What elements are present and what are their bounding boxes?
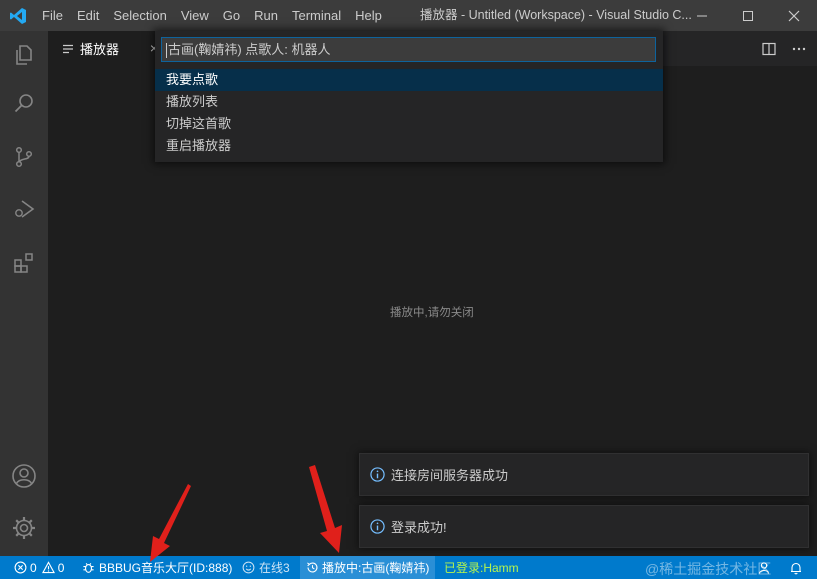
quick-pick: 古画(鞠婧祎) 点歌人: 机器人 我要点歌 播放列表 切掉这首歌 重启播放器 [155, 31, 663, 162]
source-control-button[interactable] [0, 133, 48, 181]
minimize-button[interactable] [679, 0, 725, 31]
online-count: 在线3 [259, 561, 290, 575]
window-title: 播放器 - Untitled (Workspace) - Visual Stud… [420, 8, 692, 22]
quick-pick-list: 我要点歌 播放列表 切掉这首歌 重启播放器 [155, 69, 663, 157]
notification-message: 连接房间服务器成功 [391, 468, 509, 483]
login-status[interactable]: 已登录:Hamm [444, 556, 519, 579]
online-status[interactable]: 在线3 [242, 556, 290, 579]
menu-view[interactable]: View [174, 0, 216, 31]
manage-button[interactable] [0, 504, 48, 552]
menu-go[interactable]: Go [216, 0, 247, 31]
history-icon [307, 562, 318, 573]
vscode-logo-icon [0, 0, 35, 31]
accounts-button[interactable] [0, 452, 48, 500]
tab-label: 播放器 [80, 42, 120, 57]
room-name: BBBUG音乐大厅(ID:888) [99, 561, 233, 575]
info-icon [370, 467, 385, 482]
now-playing-text: 播放中:古画(鞠婧祎) [322, 561, 430, 575]
room-status[interactable]: BBBUG音乐大厅(ID:888) [82, 556, 232, 579]
gear-icon [13, 517, 35, 539]
preview-icon [63, 44, 73, 53]
close-window-button[interactable] [771, 0, 817, 31]
editor-actions [761, 31, 807, 66]
menu-help[interactable]: Help [348, 0, 389, 31]
now-playing-status[interactable]: 播放中:古画(鞠婧祎) [300, 556, 436, 579]
extensions-button[interactable] [0, 239, 48, 287]
text-cursor [166, 43, 167, 59]
menu-edit[interactable]: Edit [70, 0, 106, 31]
bell-icon [791, 562, 801, 574]
minimize-icon [697, 15, 707, 16]
debug-icon [15, 200, 35, 218]
quick-pick-item-skip-song[interactable]: 切掉这首歌 [155, 113, 663, 135]
maximize-button[interactable] [725, 0, 771, 31]
quick-pick-item-request-song[interactable]: 我要点歌 [155, 69, 663, 91]
run-debug-button[interactable] [0, 185, 48, 233]
notifications-button[interactable] [789, 556, 803, 579]
quick-pick-item-restart-player[interactable]: 重启播放器 [155, 135, 663, 157]
title-bar: File Edit Selection View Go Run Terminal… [0, 0, 817, 31]
search-icon [14, 94, 33, 113]
menu-selection[interactable]: Selection [106, 0, 173, 31]
watermark: @稀土掘金技术社区 [645, 561, 772, 577]
menu-file[interactable]: File [35, 0, 70, 31]
quick-pick-input[interactable]: 古画(鞠婧祎) 点歌人: 机器人 [161, 37, 656, 62]
maximize-icon [743, 10, 753, 21]
smiley-icon [242, 561, 255, 574]
menu-terminal[interactable]: Terminal [285, 0, 348, 31]
info-icon [370, 519, 385, 534]
problems-status[interactable]: 0 0 [14, 556, 64, 579]
tab-player[interactable]: 播放器 × [48, 31, 166, 66]
more-actions-icon[interactable] [791, 41, 807, 57]
error-icon [14, 561, 27, 574]
files-icon [16, 45, 32, 65]
search-button[interactable] [0, 79, 48, 127]
extensions-icon [14, 253, 33, 273]
error-count: 0 [30, 560, 37, 575]
notification-toast[interactable]: 登录成功! [359, 505, 809, 548]
notification-message: 登录成功! [391, 520, 447, 535]
explorer-button[interactable] [0, 31, 48, 79]
activity-bar [0, 31, 48, 556]
warning-icon [41, 561, 55, 574]
bug-icon [83, 563, 94, 573]
quick-pick-item-playlist[interactable]: 播放列表 [155, 91, 663, 113]
quick-pick-placeholder: 古画(鞠婧祎) 点歌人: 机器人 [168, 42, 331, 57]
account-icon [12, 464, 36, 488]
warning-count: 0 [57, 560, 65, 575]
notification-toast[interactable]: 连接房间服务器成功 [359, 453, 809, 496]
login-text: 已登录:Hamm [444, 561, 519, 575]
split-editor-icon[interactable] [761, 41, 777, 57]
menu-bar: File Edit Selection View Go Run Terminal… [35, 0, 389, 31]
playing-message: 播放中,请勿关闭 [390, 307, 474, 319]
source-control-icon [15, 146, 33, 168]
menu-run[interactable]: Run [247, 0, 285, 31]
close-icon [788, 10, 800, 21]
